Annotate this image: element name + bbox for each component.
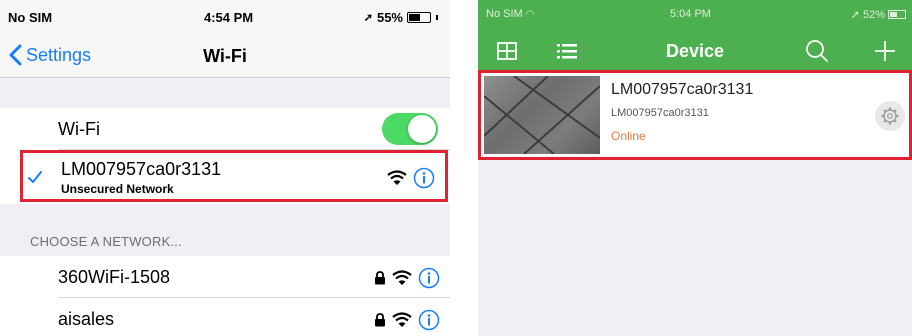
connected-network-subtitle: Unsecured Network — [61, 182, 174, 196]
lock-icon — [375, 271, 385, 285]
status-bar: No SIM ◠ 5:04 PM ➚ 52% — [478, 0, 912, 28]
wifi-toggle-row: Wi-Fi — [0, 108, 450, 150]
lock-icon — [375, 313, 385, 327]
wifi-settings-screen: No SIM 4:54 PM ➚ 55% Settings Wi-Fi Wi-F… — [0, 0, 450, 336]
network-name: 360WiFi-1508 — [58, 266, 171, 287]
clock: 5:04 PM — [670, 8, 711, 20]
battery-indicator: ➚ 55% — [364, 10, 438, 25]
search-icon[interactable] — [802, 36, 832, 66]
list-item[interactable]: 360WiFi-1508 — [0, 256, 450, 298]
camera-thumbnail — [484, 76, 600, 154]
wifi-status-icon: ◠ — [525, 9, 535, 20]
app-header: No SIM ◠ 5:04 PM ➚ 52% Device — [478, 0, 912, 70]
wifi-signal-icon — [392, 270, 412, 285]
navigation-bar: Settings Wi-Fi — [0, 36, 450, 78]
wifi-signal-icon — [392, 312, 412, 327]
toolbar: Device — [478, 32, 912, 70]
add-icon[interactable] — [870, 36, 900, 66]
battery-percent: 52% — [862, 8, 885, 21]
wifi-signal-icon — [387, 170, 407, 185]
battery-icon — [407, 12, 431, 23]
battery-percent: 55% — [376, 10, 403, 25]
battery-indicator: ➚ 52% — [851, 8, 906, 21]
location-arrow-icon: ➚ — [363, 12, 373, 24]
page-title: Device — [665, 41, 725, 61]
clock: 4:54 PM — [204, 10, 254, 25]
network-name: aisales — [58, 308, 115, 329]
status-bar: No SIM 4:54 PM ➚ 55% — [0, 0, 450, 36]
device-name: LM007957ca0r3131 — [611, 81, 754, 98]
info-icon[interactable] — [418, 309, 440, 331]
info-icon[interactable] — [413, 167, 435, 189]
wifi-label: Wi-Fi — [58, 118, 100, 139]
device-card[interactable]: LM007957ca0r3131 LM007957ca0r3131 Online — [478, 70, 912, 160]
device-list-screen: No SIM ◠ 5:04 PM ➚ 52% Device LM007957ca… — [478, 0, 912, 336]
list-item[interactable]: aisales — [0, 298, 450, 336]
connected-network-name: LM007957ca0r3131 — [61, 159, 222, 179]
info-icon[interactable] — [418, 267, 440, 289]
device-id: LM007957ca0r3131 — [611, 107, 709, 119]
wifi-toggle[interactable] — [382, 113, 438, 145]
battery-icon — [888, 10, 906, 19]
gear-icon[interactable] — [875, 101, 905, 131]
connected-network-row[interactable]: LM007957ca0r3131 Unsecured Network — [20, 150, 448, 202]
carrier-label: No SIM ◠ — [486, 8, 535, 20]
device-status: Online — [611, 129, 646, 143]
section-header: CHOOSE A NETWORK... — [30, 234, 182, 249]
checkmark-icon — [28, 171, 42, 183]
page-title: Wi-Fi — [203, 46, 247, 66]
location-arrow-icon: ➚ — [850, 9, 860, 21]
network-list: 360WiFi-1508 aisales — [0, 256, 450, 336]
carrier-label: No SIM — [8, 10, 53, 25]
